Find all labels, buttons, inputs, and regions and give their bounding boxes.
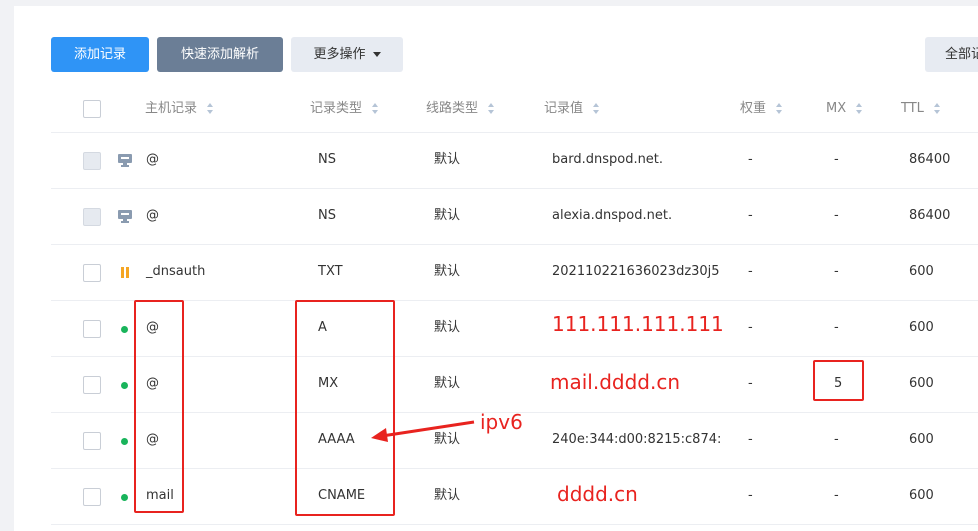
sort-icon[interactable]: [488, 103, 495, 114]
sort-icon[interactable]: [856, 103, 863, 114]
row-divider: [51, 188, 978, 189]
row-checkbox: [83, 208, 101, 226]
line-cell: 默认: [434, 376, 461, 391]
host-cell: _dnsauth: [146, 264, 206, 279]
value-cell: mail.dddd.cn: [550, 370, 681, 394]
caret-down-icon: [372, 52, 381, 57]
quick-add-button[interactable]: 快速添加解析: [157, 37, 283, 72]
enabled-status-icon: [121, 326, 128, 333]
value-cell: alexia.dnspod.net.: [552, 208, 673, 223]
host-cell: @: [146, 208, 159, 223]
ttl-cell: 600: [909, 432, 934, 447]
mx-cell: -: [834, 152, 839, 167]
ttl-cell: 86400: [909, 208, 951, 223]
more-actions-button[interactable]: 更多操作: [291, 37, 403, 72]
host-cell: @: [146, 152, 159, 167]
type-highlight-box: [295, 300, 395, 516]
all-filter-button[interactable]: 全部记: [925, 37, 978, 72]
add-record-button[interactable]: 添加记录: [51, 37, 149, 72]
weight-cell: -: [748, 264, 753, 279]
value-cell: dddd.cn: [557, 482, 638, 506]
row-divider: [51, 244, 978, 245]
line-cell: 默认: [434, 488, 461, 503]
mx-cell: -: [834, 432, 839, 447]
weight-cell: -: [748, 376, 753, 391]
value-cell: 111.111.111.111: [552, 312, 724, 336]
weight-cell: -: [748, 208, 753, 223]
row-checkbox: [83, 152, 101, 170]
column-header-mx[interactable]: MX: [826, 96, 863, 122]
value-cell: 240e:344:d00:8215:c874:...: [552, 432, 720, 447]
sort-icon[interactable]: [776, 103, 783, 114]
column-header-ttl[interactable]: TTL: [901, 96, 941, 122]
weight-cell: -: [748, 320, 753, 335]
row-checkbox[interactable]: [83, 432, 101, 450]
column-header-line[interactable]: 线路类型: [426, 96, 495, 122]
type-cell: NS: [318, 152, 336, 167]
row-divider: [51, 356, 978, 357]
mx-cell: -: [834, 488, 839, 503]
ttl-cell: 600: [909, 488, 934, 503]
row-checkbox[interactable]: [83, 264, 101, 282]
ttl-cell: 600: [909, 264, 934, 279]
sort-icon[interactable]: [207, 103, 214, 114]
mx-cell: -: [834, 264, 839, 279]
weight-cell: -: [748, 488, 753, 503]
sort-icon[interactable]: [372, 103, 379, 114]
weight-cell: -: [748, 152, 753, 167]
column-header-weight[interactable]: 权重: [740, 96, 783, 122]
column-header-type[interactable]: 记录类型: [310, 96, 379, 122]
ipv6-annotation: ipv6: [480, 410, 523, 434]
ttl-cell: 600: [909, 376, 934, 391]
row-checkbox[interactable]: [83, 320, 101, 338]
ttl-cell: 600: [909, 320, 934, 335]
value-cell: bard.dnspod.net.: [552, 152, 664, 167]
column-header-value[interactable]: 记录值: [544, 96, 600, 122]
row-checkbox[interactable]: [83, 488, 101, 506]
mx-cell: -: [834, 320, 839, 335]
type-cell: NS: [318, 208, 336, 223]
sort-icon[interactable]: [933, 103, 941, 114]
system-record-icon: [118, 210, 132, 223]
row-checkbox[interactable]: [83, 376, 101, 394]
paused-status-icon: [121, 267, 129, 278]
mx-highlight-box: [813, 360, 864, 401]
row-divider: [51, 300, 978, 301]
header-divider: [51, 132, 978, 133]
mx-cell: -: [834, 208, 839, 223]
arrow-icon: [371, 420, 475, 442]
enabled-status-icon: [121, 494, 128, 501]
value-cell: 20211022163602​3dz30j5...: [552, 264, 720, 279]
row-divider: [51, 468, 978, 469]
sort-icon[interactable]: [593, 103, 600, 114]
weight-cell: -: [748, 432, 753, 447]
column-header-host[interactable]: 主机记录: [145, 96, 214, 122]
enabled-status-icon: [121, 438, 128, 445]
ttl-cell: 86400: [909, 152, 951, 167]
line-cell: 默认: [434, 320, 461, 335]
more-actions-label: 更多操作: [313, 47, 366, 62]
line-cell: 默认: [434, 152, 461, 167]
system-record-icon: [118, 154, 132, 167]
enabled-status-icon: [121, 382, 128, 389]
select-all-checkbox[interactable]: [83, 100, 101, 118]
line-cell: 默认: [434, 264, 461, 279]
line-cell: 默认: [434, 208, 461, 223]
row-divider: [51, 524, 978, 525]
host-highlight-box: [134, 300, 184, 513]
type-cell: TXT: [318, 264, 343, 279]
